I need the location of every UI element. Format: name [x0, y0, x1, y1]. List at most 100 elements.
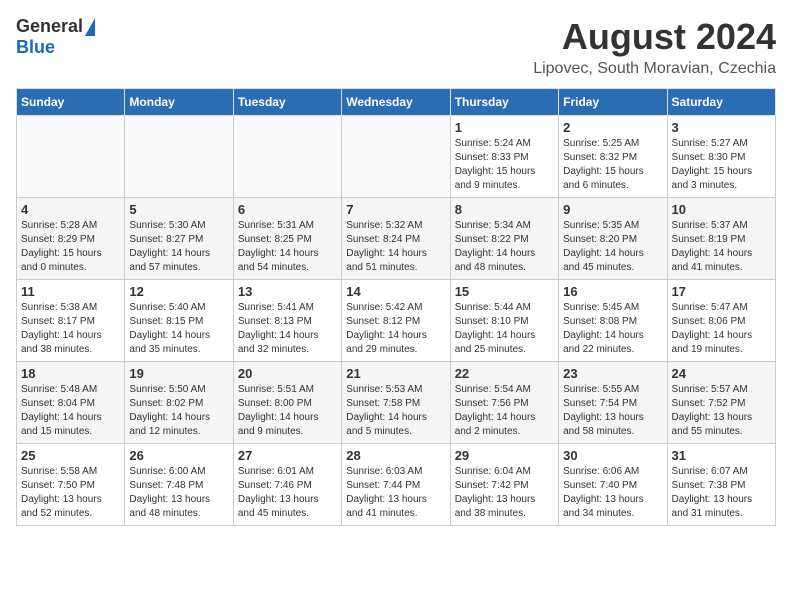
- day-info: Sunrise: 5:35 AM Sunset: 8:20 PM Dayligh…: [563, 219, 662, 275]
- calendar-day-cell: 31Sunrise: 6:07 AM Sunset: 7:38 PM Dayli…: [667, 444, 775, 526]
- calendar-day-cell: 9 Sunrise: 5:35 AM Sunset: 8:20 PM Daylig…: [559, 198, 667, 280]
- page-header: General Blue August 2024 Lipovec, South …: [16, 16, 776, 78]
- day-info: Sunrise: 5:58 AM Sunset: 7:50 PM Dayligh…: [21, 465, 120, 521]
- calendar-day-cell: 23 Sunrise: 5:55 AM Sunset: 7:54 PM Dayli…: [559, 362, 667, 444]
- day-number: 13: [238, 284, 337, 299]
- calendar-day-cell: 7 Sunrise: 5:32 AM Sunset: 8:24 PM Daylig…: [342, 198, 450, 280]
- calendar-day-cell: 26 Sunrise: 6:00 AM Sunset: 7:48 PM Dayli…: [125, 444, 233, 526]
- logo-triangle-icon: [85, 18, 95, 36]
- logo-general-text: General: [16, 16, 83, 37]
- day-number: 22: [455, 366, 554, 381]
- calendar-day-header: Tuesday: [233, 89, 341, 116]
- day-info: Sunrise: 5:25 AM Sunset: 8:32 PM Dayligh…: [563, 137, 662, 193]
- calendar-day-cell: 19 Sunrise: 5:50 AM Sunset: 8:02 PM Dayli…: [125, 362, 233, 444]
- calendar-day-cell: 17Sunrise: 5:47 AM Sunset: 8:06 PM Dayli…: [667, 280, 775, 362]
- day-number: 11: [21, 284, 120, 299]
- day-number: 29: [455, 448, 554, 463]
- calendar-week-row: 11 Sunrise: 5:38 AM Sunset: 8:17 PM Dayli…: [17, 280, 776, 362]
- day-info: Sunrise: 5:37 AM Sunset: 8:19 PM Dayligh…: [672, 219, 771, 275]
- day-number: 26: [129, 448, 228, 463]
- calendar-day-header: Sunday: [17, 89, 125, 116]
- day-number: 30: [563, 448, 662, 463]
- day-number: 7: [346, 202, 445, 217]
- day-number: 4: [21, 202, 120, 217]
- month-year-title: August 2024: [533, 16, 776, 58]
- calendar-day-cell: 5 Sunrise: 5:30 AM Sunset: 8:27 PM Daylig…: [125, 198, 233, 280]
- day-number: 25: [21, 448, 120, 463]
- day-info: Sunrise: 6:01 AM Sunset: 7:46 PM Dayligh…: [238, 465, 337, 521]
- calendar-week-row: 1Sunrise: 5:24 AM Sunset: 8:33 PM Daylig…: [17, 116, 776, 198]
- day-number: 5: [129, 202, 228, 217]
- calendar-day-cell: 29Sunrise: 6:04 AM Sunset: 7:42 PM Dayli…: [450, 444, 558, 526]
- day-info: Sunrise: 5:51 AM Sunset: 8:00 PM Dayligh…: [238, 383, 337, 439]
- day-info: Sunrise: 6:03 AM Sunset: 7:44 PM Dayligh…: [346, 465, 445, 521]
- calendar-day-cell: 4Sunrise: 5:28 AM Sunset: 8:29 PM Daylig…: [17, 198, 125, 280]
- calendar-table: SundayMondayTuesdayWednesdayThursdayFrid…: [16, 88, 776, 526]
- title-block: August 2024 Lipovec, South Moravian, Cze…: [533, 16, 776, 78]
- day-info: Sunrise: 5:41 AM Sunset: 8:13 PM Dayligh…: [238, 301, 337, 357]
- calendar-header-row: SundayMondayTuesdayWednesdayThursdayFrid…: [17, 89, 776, 116]
- day-number: 2: [563, 120, 662, 135]
- day-info: Sunrise: 5:55 AM Sunset: 7:54 PM Dayligh…: [563, 383, 662, 439]
- day-number: 27: [238, 448, 337, 463]
- calendar-day-cell: 22 Sunrise: 5:54 AM Sunset: 7:56 PM Dayli…: [450, 362, 558, 444]
- day-number: 16: [563, 284, 662, 299]
- calendar-day-cell: 3 Sunrise: 5:27 AM Sunset: 8:30 PM Daylig…: [667, 116, 775, 198]
- calendar-day-cell: 15 Sunrise: 5:44 AM Sunset: 8:10 PM Dayli…: [450, 280, 558, 362]
- calendar-day-cell: 21 Sunrise: 5:53 AM Sunset: 7:58 PM Dayli…: [342, 362, 450, 444]
- day-info: Sunrise: 5:40 AM Sunset: 8:15 PM Dayligh…: [129, 301, 228, 357]
- day-info: Sunrise: 5:45 AM Sunset: 8:08 PM Dayligh…: [563, 301, 662, 357]
- day-info: Sunrise: 5:42 AM Sunset: 8:12 PM Dayligh…: [346, 301, 445, 357]
- day-info: Sunrise: 5:47 AM Sunset: 8:06 PM Dayligh…: [672, 301, 771, 357]
- logo: General Blue: [16, 16, 95, 58]
- day-number: 19: [129, 366, 228, 381]
- calendar-day-header: Saturday: [667, 89, 775, 116]
- day-info: Sunrise: 5:50 AM Sunset: 8:02 PM Dayligh…: [129, 383, 228, 439]
- calendar-day-cell: [342, 116, 450, 198]
- day-number: 6: [238, 202, 337, 217]
- day-info: Sunrise: 5:53 AM Sunset: 7:58 PM Dayligh…: [346, 383, 445, 439]
- day-info: Sunrise: 5:24 AM Sunset: 8:33 PM Dayligh…: [455, 137, 554, 193]
- calendar-day-header: Monday: [125, 89, 233, 116]
- day-number: 24: [672, 366, 771, 381]
- calendar-day-cell: 11 Sunrise: 5:38 AM Sunset: 8:17 PM Dayli…: [17, 280, 125, 362]
- calendar-day-cell: 8 Sunrise: 5:34 AM Sunset: 8:22 PM Daylig…: [450, 198, 558, 280]
- calendar-day-header: Wednesday: [342, 89, 450, 116]
- calendar-day-cell: [233, 116, 341, 198]
- day-info: Sunrise: 5:54 AM Sunset: 7:56 PM Dayligh…: [455, 383, 554, 439]
- calendar-day-cell: 13 Sunrise: 5:41 AM Sunset: 8:13 PM Dayli…: [233, 280, 341, 362]
- day-info: Sunrise: 6:07 AM Sunset: 7:38 PM Dayligh…: [672, 465, 771, 521]
- day-number: 21: [346, 366, 445, 381]
- calendar-day-cell: 25 Sunrise: 5:58 AM Sunset: 7:50 PM Dayli…: [17, 444, 125, 526]
- location-subtitle: Lipovec, South Moravian, Czechia: [533, 60, 776, 78]
- day-info: Sunrise: 5:32 AM Sunset: 8:24 PM Dayligh…: [346, 219, 445, 275]
- day-info: Sunrise: 5:38 AM Sunset: 8:17 PM Dayligh…: [21, 301, 120, 357]
- calendar-day-cell: [17, 116, 125, 198]
- calendar-day-cell: 14Sunrise: 5:42 AM Sunset: 8:12 PM Dayli…: [342, 280, 450, 362]
- day-number: 3: [672, 120, 771, 135]
- day-number: 28: [346, 448, 445, 463]
- calendar-day-cell: 16 Sunrise: 5:45 AM Sunset: 8:08 PM Dayli…: [559, 280, 667, 362]
- calendar-week-row: 18Sunrise: 5:48 AM Sunset: 8:04 PM Dayli…: [17, 362, 776, 444]
- calendar-day-cell: 27 Sunrise: 6:01 AM Sunset: 7:46 PM Dayli…: [233, 444, 341, 526]
- day-info: Sunrise: 5:44 AM Sunset: 8:10 PM Dayligh…: [455, 301, 554, 357]
- day-number: 9: [563, 202, 662, 217]
- day-number: 23: [563, 366, 662, 381]
- calendar-day-cell: 28 Sunrise: 6:03 AM Sunset: 7:44 PM Dayli…: [342, 444, 450, 526]
- calendar-day-header: Thursday: [450, 89, 558, 116]
- day-number: 8: [455, 202, 554, 217]
- calendar-day-cell: 18Sunrise: 5:48 AM Sunset: 8:04 PM Dayli…: [17, 362, 125, 444]
- day-info: Sunrise: 5:30 AM Sunset: 8:27 PM Dayligh…: [129, 219, 228, 275]
- day-info: Sunrise: 5:48 AM Sunset: 8:04 PM Dayligh…: [21, 383, 120, 439]
- day-info: Sunrise: 5:27 AM Sunset: 8:30 PM Dayligh…: [672, 137, 771, 193]
- day-info: Sunrise: 5:57 AM Sunset: 7:52 PM Dayligh…: [672, 383, 771, 439]
- calendar-day-cell: 30Sunrise: 6:06 AM Sunset: 7:40 PM Dayli…: [559, 444, 667, 526]
- calendar-day-cell: 24 Sunrise: 5:57 AM Sunset: 7:52 PM Dayli…: [667, 362, 775, 444]
- calendar-week-row: 25 Sunrise: 5:58 AM Sunset: 7:50 PM Dayli…: [17, 444, 776, 526]
- calendar-day-cell: 20Sunrise: 5:51 AM Sunset: 8:00 PM Dayli…: [233, 362, 341, 444]
- calendar-day-cell: 1Sunrise: 5:24 AM Sunset: 8:33 PM Daylig…: [450, 116, 558, 198]
- day-info: Sunrise: 5:34 AM Sunset: 8:22 PM Dayligh…: [455, 219, 554, 275]
- calendar-day-cell: 6Sunrise: 5:31 AM Sunset: 8:25 PM Daylig…: [233, 198, 341, 280]
- day-number: 15: [455, 284, 554, 299]
- day-info: Sunrise: 6:00 AM Sunset: 7:48 PM Dayligh…: [129, 465, 228, 521]
